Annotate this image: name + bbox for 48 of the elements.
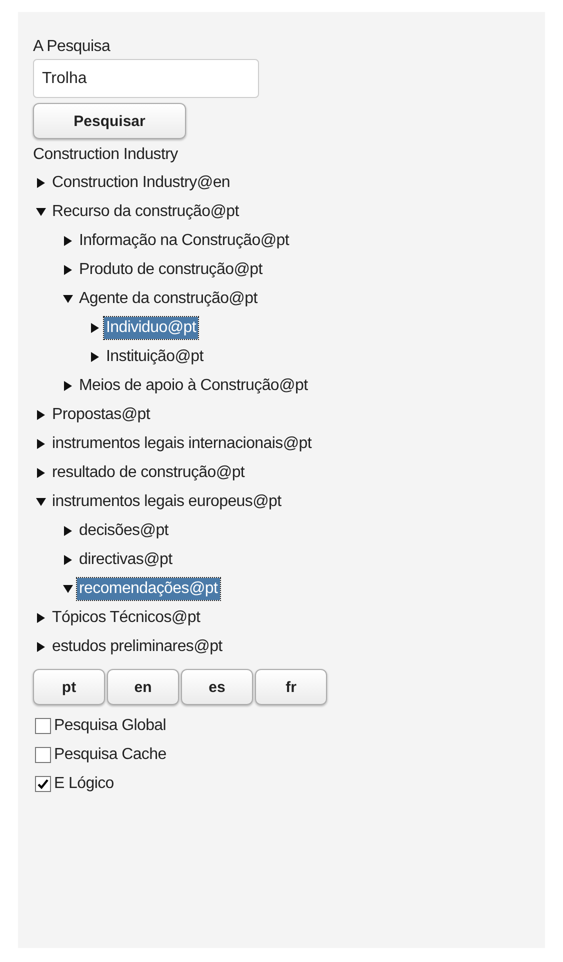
language-button[interactable]: es bbox=[181, 669, 253, 705]
tree-item[interactable]: Agente da construção@pt bbox=[77, 288, 260, 310]
tree-item[interactable]: recomendações@pt bbox=[77, 578, 220, 600]
tree-item[interactable]: Tópicos Técnicos@pt bbox=[50, 606, 202, 628]
tree-item[interactable]: estudos preliminares@pt bbox=[50, 636, 224, 658]
language-button[interactable]: en bbox=[107, 669, 179, 705]
checkbox-label: Pesquisa Global bbox=[54, 716, 166, 736]
tree-item[interactable]: resultado de construção@pt bbox=[50, 462, 247, 484]
tree-item[interactable]: Recurso da construção@pt bbox=[50, 200, 241, 222]
checkbox[interactable] bbox=[35, 718, 51, 734]
language-button[interactable]: pt bbox=[33, 669, 105, 705]
right-triangle-icon[interactable] bbox=[36, 468, 46, 478]
down-triangle-icon[interactable] bbox=[36, 496, 46, 506]
checkbox-label: Pesquisa Cache bbox=[54, 744, 166, 764]
right-triangle-icon[interactable] bbox=[63, 236, 73, 246]
right-triangle-icon[interactable] bbox=[63, 264, 73, 274]
right-triangle-icon[interactable] bbox=[36, 612, 46, 622]
tree-item[interactable]: Meios de apoio à Construção@pt bbox=[77, 374, 310, 396]
tree-item[interactable]: decisões@pt bbox=[77, 520, 170, 542]
tree-item[interactable]: directivas@pt bbox=[77, 548, 174, 570]
tree-item[interactable]: Propostas@pt bbox=[50, 404, 152, 426]
tree-item[interactable]: Individuo@pt bbox=[104, 316, 198, 338]
right-triangle-icon[interactable] bbox=[36, 178, 46, 188]
tree-item[interactable]: Instituição@pt bbox=[104, 346, 206, 368]
checkbox[interactable] bbox=[35, 746, 51, 762]
search-label: A Pesquisa bbox=[33, 37, 110, 57]
checkbox[interactable] bbox=[35, 776, 51, 792]
language-button[interactable]: fr bbox=[255, 669, 327, 705]
down-triangle-icon[interactable] bbox=[36, 206, 46, 216]
down-triangle-icon[interactable] bbox=[63, 584, 73, 594]
tree-item[interactable]: Produto de construção@pt bbox=[77, 258, 264, 280]
tree-item[interactable]: Informação na Construção@pt bbox=[77, 230, 292, 252]
down-triangle-icon[interactable] bbox=[63, 294, 73, 304]
right-triangle-icon[interactable] bbox=[36, 438, 46, 448]
right-triangle-icon[interactable] bbox=[63, 554, 73, 564]
tree-item[interactable]: instrumentos legais internacionais@pt bbox=[50, 432, 314, 454]
right-triangle-icon[interactable] bbox=[90, 322, 100, 332]
search-field[interactable]: Trolha bbox=[33, 59, 259, 98]
tree-item[interactable]: instrumentos legais europeus@pt bbox=[50, 490, 284, 512]
checkbox-label: E Lógico bbox=[54, 774, 114, 794]
right-triangle-icon[interactable] bbox=[36, 642, 46, 652]
tree-item[interactable]: Construction Industry@en bbox=[50, 172, 232, 194]
search-button[interactable]: Pesquisar bbox=[33, 103, 186, 139]
right-triangle-icon[interactable] bbox=[90, 352, 100, 362]
right-triangle-icon[interactable] bbox=[63, 380, 73, 390]
right-triangle-icon[interactable] bbox=[63, 526, 73, 536]
right-triangle-icon[interactable] bbox=[36, 410, 46, 420]
tree-root-label: Construction Industry bbox=[33, 145, 178, 165]
